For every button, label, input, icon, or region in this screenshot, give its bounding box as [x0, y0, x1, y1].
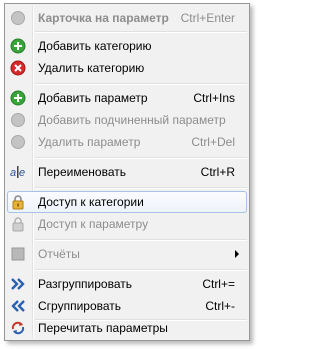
menu-item-add-child-parameter: Добавить подчиненный параметр — [7, 109, 247, 131]
submenu-arrow-icon — [235, 250, 239, 258]
menu-item-add-category[interactable]: Добавить категорию — [7, 35, 247, 57]
menu-item-label: Карточка на параметр — [38, 11, 169, 25]
menu-item-label: Доступ к категории — [38, 195, 144, 209]
ungroup-icon — [10, 276, 26, 292]
refresh-icon — [10, 320, 26, 336]
menu-separator — [35, 157, 247, 159]
group-icon — [10, 298, 26, 314]
menu-item-label: Добавить подчиненный параметр — [38, 113, 226, 127]
menu-separator — [35, 269, 247, 271]
context-menu: Карточка на параметр Ctrl+Enter Добавить… — [4, 3, 250, 341]
menu-item-add-parameter[interactable]: Добавить параметр Ctrl+Ins — [7, 87, 247, 109]
lock-icon — [10, 194, 26, 210]
menu-separator — [35, 83, 247, 85]
menu-item-shortcut: Ctrl+Ins — [193, 91, 235, 105]
menu-item-label: Удалить параметр — [38, 135, 141, 149]
menu-item-shortcut: Ctrl+- — [205, 299, 235, 313]
disabled-circle-icon — [10, 10, 26, 26]
menu-item-shortcut: Ctrl+= — [202, 277, 235, 291]
menu-item-label: Переименовать — [38, 165, 126, 179]
rename-icon: a e — [10, 164, 26, 180]
menu-item-group[interactable]: Сгруппировать Ctrl+- — [7, 295, 247, 317]
menu-separator — [35, 187, 247, 189]
menu-item-ungroup[interactable]: Разгруппировать Ctrl+= — [7, 273, 247, 295]
menu-separator — [35, 239, 247, 241]
menu-separator — [35, 31, 247, 33]
menu-item-label: Добавить параметр — [38, 91, 148, 105]
red-x-icon — [10, 60, 26, 76]
menu-item-reports[interactable]: Отчёты — [7, 243, 247, 265]
menu-item-rename[interactable]: a e Переименовать Ctrl+R — [7, 161, 247, 183]
menu-item-label: Разгруппировать — [38, 277, 133, 291]
menu-item-category-access[interactable]: Доступ к категории — [7, 191, 247, 213]
menu-item-label: Сгруппировать — [38, 299, 122, 313]
menu-item-shortcut: Ctrl+Enter — [180, 11, 235, 25]
green-plus-icon — [10, 38, 26, 54]
menu-item-delete-parameter: Удалить параметр Ctrl+Del — [7, 131, 247, 153]
menu-item-label: Добавить категорию — [38, 39, 152, 53]
menu-item-delete-category[interactable]: Удалить категорию — [7, 57, 247, 79]
menu-item-label: Доступ к параметру — [38, 217, 149, 231]
svg-text:a: a — [10, 167, 16, 179]
menu-item-label: Удалить категорию — [38, 61, 145, 75]
green-plus-icon — [10, 90, 26, 106]
menu-item-label: Отчёты — [38, 247, 80, 261]
disabled-circle-icon — [10, 134, 26, 150]
lock-disabled-icon — [10, 216, 26, 232]
menu-item-shortcut: Ctrl+R — [200, 165, 235, 179]
menu-item-reload-parameters[interactable]: Перечитать параметры — [7, 317, 247, 339]
disabled-circle-icon — [10, 112, 26, 128]
menu-item-parameter-card: Карточка на параметр Ctrl+Enter — [7, 7, 247, 29]
svg-text:e: e — [19, 167, 25, 179]
menu-item-parameter-access: Доступ к параметру — [7, 213, 247, 235]
menu-item-label: Перечитать параметры — [38, 321, 168, 335]
reports-icon — [10, 246, 26, 262]
menu-item-shortcut: Ctrl+Del — [191, 135, 235, 149]
